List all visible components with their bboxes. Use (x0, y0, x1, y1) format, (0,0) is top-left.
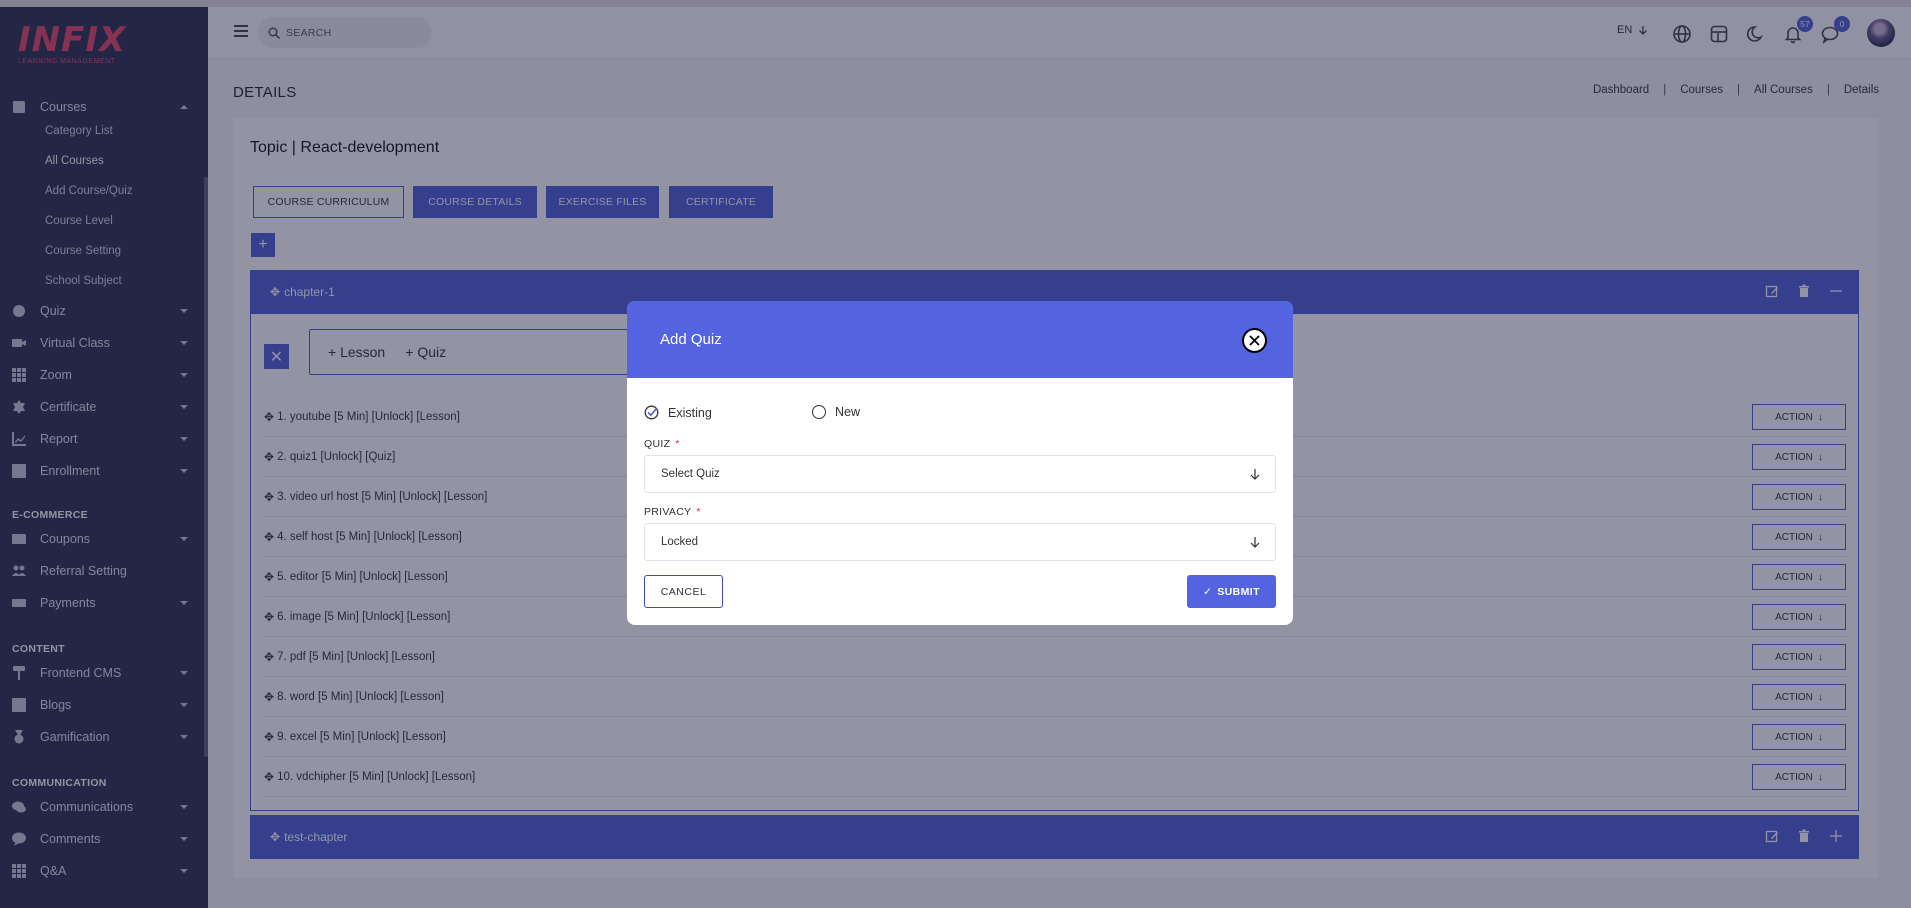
close-button[interactable] (1242, 328, 1267, 353)
radio-new[interactable]: New (812, 405, 860, 419)
cancel-button[interactable]: CANCEL (644, 575, 723, 608)
radio-existing[interactable]: Existing (644, 405, 712, 420)
arrow-down-icon (1250, 537, 1260, 548)
check-circle-icon (644, 405, 659, 420)
quiz-select-value: Select Quiz (661, 468, 720, 480)
submit-button[interactable]: ✓ SUBMIT (1187, 575, 1276, 608)
close-icon (1249, 335, 1260, 346)
add-quiz-modal: Add Quiz Existing New QUIZ * Select Quiz … (627, 301, 1293, 625)
radio-circle-icon (812, 405, 826, 419)
privacy-label: PRIVACY * (644, 506, 701, 518)
submit-label: SUBMIT (1217, 585, 1260, 598)
radio-new-label: New (835, 405, 861, 419)
privacy-select[interactable]: Locked (644, 523, 1276, 561)
modal-title: Add Quiz (660, 331, 722, 348)
radio-existing-label: Existing (668, 405, 712, 420)
quiz-select[interactable]: Select Quiz (644, 455, 1276, 493)
privacy-select-value: Locked (661, 536, 699, 548)
modal-header (627, 301, 1293, 378)
quiz-label: QUIZ * (644, 438, 680, 450)
check-icon: ✓ (1203, 585, 1213, 598)
arrow-down-icon (1250, 469, 1260, 480)
